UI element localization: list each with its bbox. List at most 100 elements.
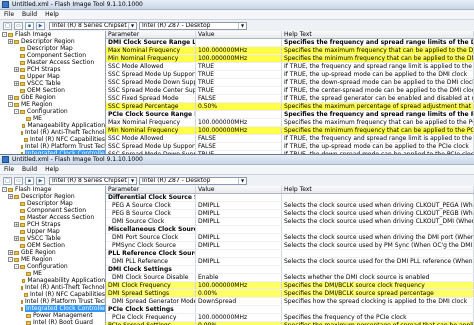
section-row[interactable]: PCIe Clock Source Range Limits (MOD... Sp… — [106, 111, 474, 119]
value-cell[interactable]: 100.000000MHz — [196, 47, 282, 54]
value-cell[interactable]: FALSE — [196, 135, 282, 142]
tree-node[interactable]: Descriptor Map — [0, 200, 105, 207]
value-cell[interactable] — [196, 194, 282, 201]
table-row[interactable]: DMI Spread Generator Mode DownSpread Speci… — [106, 298, 474, 306]
table-row[interactable]: PEG A Source Clock DMIPLL Selects the cloc… — [106, 202, 474, 210]
table-row[interactable]: PMSync Clock Source DMIPLL Selects the clo… — [106, 242, 474, 250]
table-row[interactable]: PCIe Clock Frequency 100.000000MHz Specifi… — [106, 314, 474, 322]
expand-icon[interactable]: + — [8, 250, 13, 255]
table-row[interactable]: SSC Spread Mode Up Supported FALSE If TRUE… — [106, 143, 474, 151]
column-header-value[interactable]: Value — [196, 186, 282, 193]
menu-file[interactable]: File — [4, 166, 14, 173]
value-cell[interactable]: 100.000000MHz — [196, 314, 282, 321]
tree-node[interactable]: - Configuration — [0, 108, 105, 115]
title-bar[interactable]: Untitled.xml - Flash Image Tool 9.1.10.1… — [0, 155, 474, 165]
tree-node[interactable]: ME — [0, 270, 105, 277]
tree-node[interactable]: Intel (R) NFC Capabilities — [0, 136, 105, 143]
tree-node[interactable]: Integrated Clock Controlle — [0, 305, 105, 312]
value-cell[interactable] — [196, 250, 282, 257]
value-cell[interactable] — [196, 306, 282, 313]
tree-node[interactable]: - Configuration — [0, 263, 105, 270]
title-bar[interactable]: Untitled.xml - Flash Image Tool 9.1.10.1… — [0, 0, 474, 10]
tree-node[interactable]: + Descriptor Region — [0, 38, 105, 45]
collapse-icon[interactable]: - — [8, 257, 13, 262]
collapse-icon[interactable]: - — [2, 187, 7, 192]
table-row[interactable]: DMI Port Source Clock DMIPLL Selects the c… — [106, 234, 474, 242]
table-row[interactable]: Max Nominal Frequency 100.000000MHz Specif… — [106, 119, 474, 127]
expand-icon[interactable]: + — [14, 81, 19, 86]
table-row[interactable]: DMI Clock Source Disable Enable Selects wh… — [106, 274, 474, 282]
tree-node[interactable]: + GbE Region — [0, 249, 105, 256]
value-cell[interactable]: DMIPLL — [196, 210, 282, 217]
platform-select[interactable]: Intel (R) Z87 - Desktop ▼ — [139, 176, 247, 185]
tree-node[interactable]: Intel (R) Platform Trust Tech — [0, 143, 105, 150]
table-row[interactable]: DMI Clock Frequency 100.000000MHz Specifie… — [106, 282, 474, 290]
section-row[interactable]: PLL Reference Clock Source Selection — [106, 250, 474, 258]
value-cell[interactable] — [196, 39, 282, 46]
value-cell[interactable]: TRUE — [196, 79, 282, 86]
section-row[interactable]: DMI Clock Source Range Limits (MODI... Sp… — [106, 39, 474, 47]
tree-node[interactable]: Descriptor Map — [0, 45, 105, 52]
tree-node[interactable]: OEM Section — [0, 242, 105, 249]
table-row[interactable]: DMI Spread Settings 0.00% Specifies the DM… — [106, 290, 474, 298]
table-row[interactable]: SSC Fixed Spread Mode FALSE If TRUE, the s… — [106, 95, 474, 103]
value-cell[interactable]: DownSpread — [196, 298, 282, 305]
tree-node[interactable]: + VSCC Table — [0, 235, 105, 242]
tree-node[interactable]: Intel (R) Anti-Theft Technolo — [0, 129, 105, 136]
tree-node[interactable]: + PCH Straps — [0, 221, 105, 228]
tree-node[interactable]: Component Section — [0, 52, 105, 59]
table-row[interactable]: SSC Spread Mode Down SupportedTRUEIf TRU… — [106, 79, 474, 87]
chipset-select[interactable]: Intel (R) 8 Series Chipset ▼ — [49, 21, 137, 30]
value-cell[interactable]: 0.50% — [196, 103, 282, 110]
column-header-parameter[interactable]: Parameter — [106, 31, 196, 38]
table-row[interactable]: SSC Spread Percentage 0.50% Specifies the … — [106, 103, 474, 111]
save-icon[interactable]: ▪ — [25, 176, 34, 185]
tree-node[interactable]: Manageability Application — [0, 122, 105, 129]
table-row[interactable]: SSC Spread Mode Up Supported TRUE If TRUE,… — [106, 71, 474, 79]
table-row[interactable]: SSC Spread Mode Center SupportedTRUEIf T… — [106, 87, 474, 95]
tree-node[interactable]: + VSCC Table — [0, 80, 105, 87]
tree-node[interactable]: Intel (R) NFC Capabilities — [0, 291, 105, 298]
tree-node[interactable]: ME — [0, 115, 105, 122]
tree-node[interactable]: + Descriptor Region — [0, 193, 105, 200]
value-cell[interactable]: 100.000000MHz — [196, 55, 282, 62]
value-cell[interactable]: 100.000000MHz — [196, 282, 282, 289]
tree-node[interactable]: - Flash Image — [0, 186, 105, 193]
menu-help[interactable]: Help — [45, 11, 59, 18]
column-header-parameter[interactable]: Parameter — [106, 186, 196, 193]
new-file-icon[interactable]: □ — [3, 176, 12, 185]
tree-node[interactable]: - ME Region — [0, 101, 105, 108]
value-cell[interactable]: FALSE — [196, 95, 282, 102]
tree-node[interactable]: Intel (R) Boot Guard — [0, 319, 105, 325]
tree-node[interactable]: Upper Map — [0, 228, 105, 235]
value-cell[interactable]: Enable — [196, 274, 282, 281]
value-cell[interactable]: 0.00% — [196, 290, 282, 297]
value-cell[interactable]: DMIPLL — [196, 218, 282, 225]
column-header-help-text[interactable]: Help Text — [282, 31, 474, 38]
column-header-value[interactable]: Value — [196, 31, 282, 38]
build-icon[interactable]: ▶ — [36, 21, 45, 30]
tree-node[interactable]: Power Management — [0, 312, 105, 319]
collapse-icon[interactable]: - — [14, 264, 19, 269]
value-cell[interactable] — [196, 266, 282, 273]
value-cell[interactable]: TRUE — [196, 87, 282, 94]
value-cell[interactable]: TRUE — [196, 71, 282, 78]
tree-node[interactable]: Component Section — [0, 207, 105, 214]
tree-node[interactable]: Intel (R) Platform Trust Tech — [0, 298, 105, 305]
expand-icon[interactable]: + — [8, 95, 13, 100]
menu-help[interactable]: Help — [45, 166, 59, 173]
tree-node[interactable]: Upper Map — [0, 73, 105, 80]
table-row[interactable]: Min Nominal Frequency 100.000000MHz Specif… — [106, 55, 474, 63]
value-cell[interactable] — [196, 226, 282, 233]
table-row[interactable]: DMI PLL Reference DMIPLL Selects the clock… — [106, 258, 474, 266]
menu-build[interactable]: Build — [22, 11, 37, 18]
open-folder-icon[interactable]: ▭ — [14, 21, 23, 30]
collapse-icon[interactable]: - — [2, 32, 7, 37]
expand-icon[interactable]: + — [14, 67, 19, 72]
expand-icon[interactable]: + — [8, 39, 13, 44]
expand-icon[interactable]: + — [8, 194, 13, 199]
value-cell[interactable]: FALSE — [196, 143, 282, 150]
value-cell[interactable]: TRUE — [196, 63, 282, 70]
save-icon[interactable]: ▪ — [25, 21, 34, 30]
collapse-icon[interactable]: - — [8, 102, 13, 107]
